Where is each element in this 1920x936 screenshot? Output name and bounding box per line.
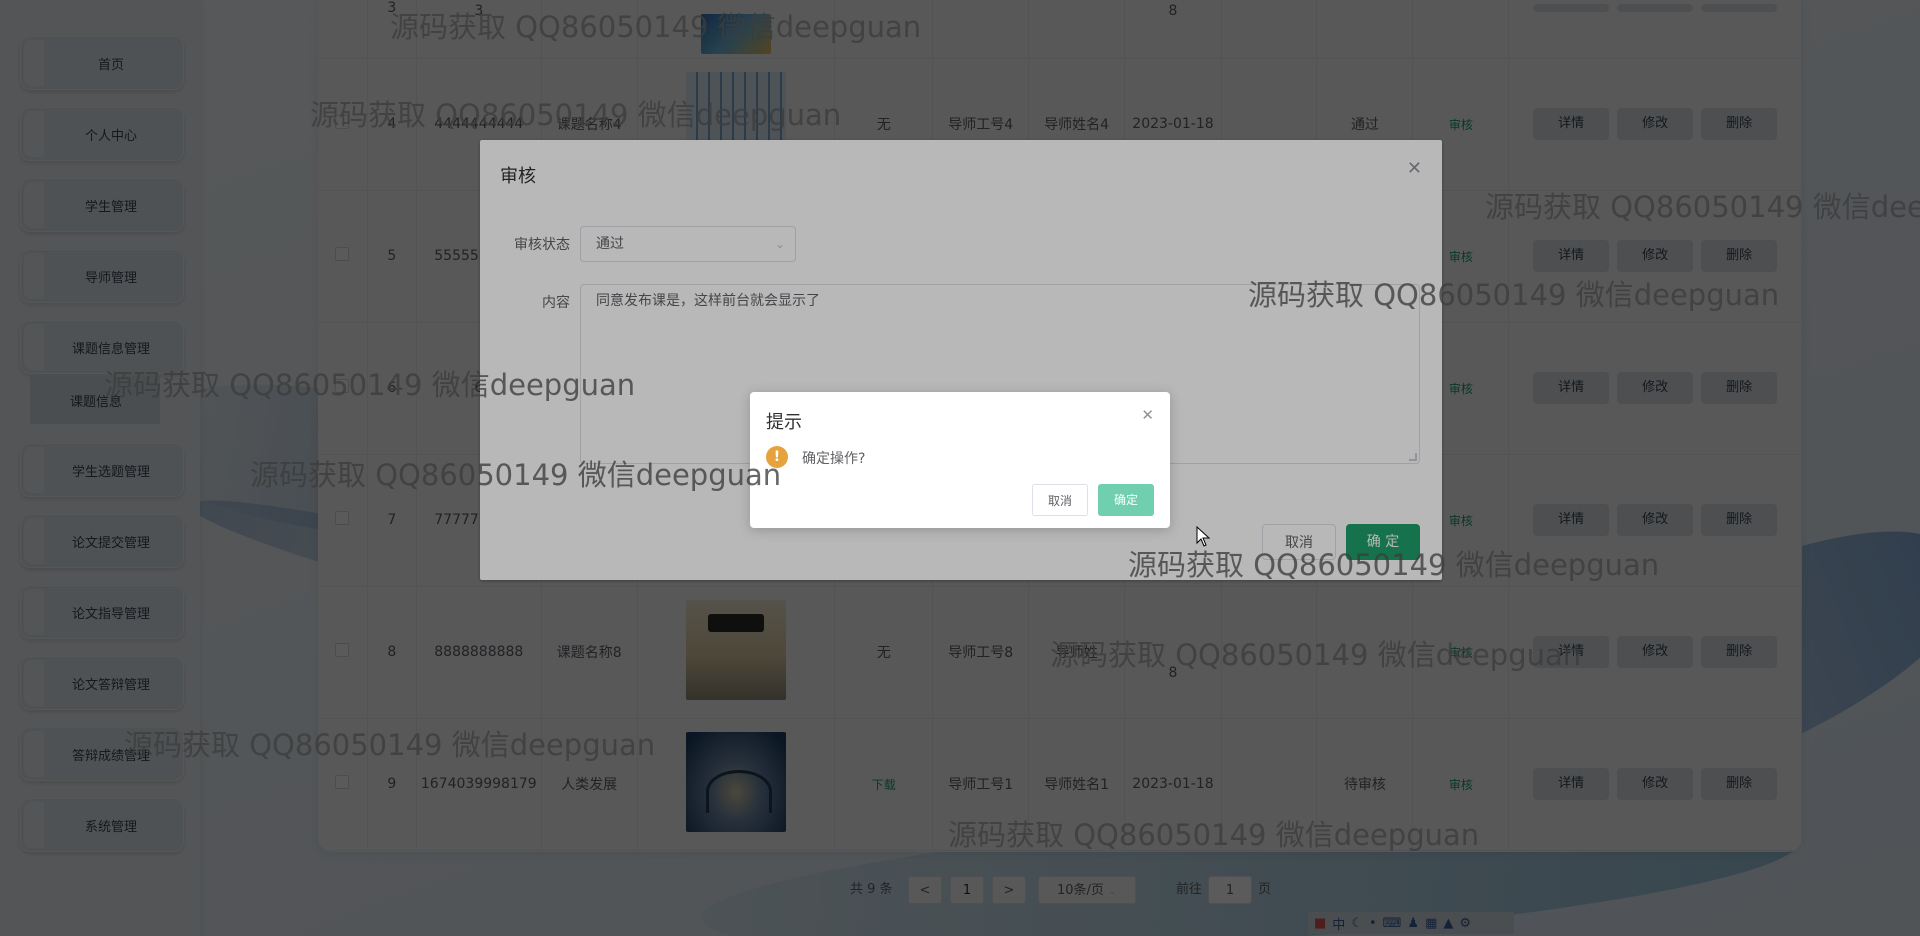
close-icon[interactable]: ✕ <box>1141 408 1154 423</box>
confirm-message-box: 提示 ✕ ! 确定操作? 取消 确定 <box>750 392 1170 528</box>
message-cancel-button[interactable]: 取消 <box>1032 484 1088 516</box>
warning-icon: ! <box>766 446 788 468</box>
message-confirm-button[interactable]: 确定 <box>1098 484 1154 516</box>
message-box-text: 确定操作? <box>802 451 866 467</box>
message-box-title: 提示 <box>766 412 802 433</box>
